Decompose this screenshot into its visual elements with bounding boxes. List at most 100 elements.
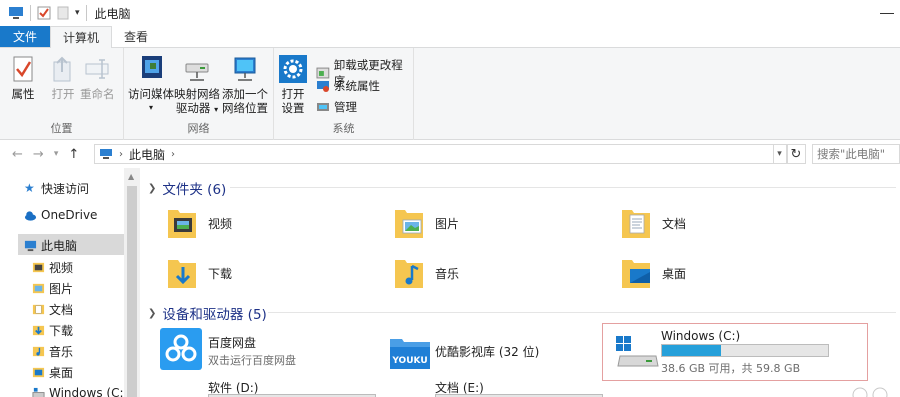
youku-logo-text: YOUKU: [391, 356, 427, 366]
nav-item-quick-access[interactable]: ★ 快速访问: [24, 180, 89, 197]
nav-item-onedrive[interactable]: OneDrive: [24, 208, 97, 222]
system-properties-icon: [317, 81, 329, 92]
nav-item-this-pc[interactable]: 此电脑: [24, 237, 77, 254]
star-icon: ★: [24, 181, 35, 195]
documents-folder-icon: [622, 210, 650, 238]
folder-label: 文档: [662, 216, 687, 231]
drive-c-usage-fill: [662, 345, 721, 356]
this-pc-icon: [24, 240, 37, 252]
manage-icon: [317, 103, 329, 111]
forward-arrow-icon[interactable]: →: [33, 147, 44, 162]
nav-item-windows-c[interactable]: Windows (C:): [32, 386, 128, 397]
properties-icon: [13, 56, 33, 82]
add-network-location-button[interactable]: 添加一个 网络位置: [222, 54, 268, 115]
folders-section-title: 文件夹 (6): [162, 182, 227, 198]
folder-music[interactable]: 音乐: [393, 254, 459, 292]
tab-file[interactable]: 文件: [0, 26, 50, 47]
map-network-drive-button[interactable]: 映射网络 驱动器 ▾: [174, 54, 220, 117]
properties-button[interactable]: 属性: [8, 54, 38, 101]
nav-item-videos[interactable]: 视频: [32, 259, 73, 276]
new-folder-icon[interactable]: [57, 6, 69, 20]
baidu-netdisk-subtitle: 双击运行百度网盘: [208, 354, 296, 367]
drive-c-subtitle: 38.6 GB 可用，共 59.8 GB: [661, 362, 801, 375]
settings-gear-icon: [279, 55, 307, 83]
scroll-up-arrow-icon[interactable]: ▲: [128, 172, 134, 181]
minimize-button[interactable]: [880, 4, 894, 14]
desktop-folder-icon: [622, 260, 650, 288]
drive-c-name: Windows (C:): [661, 329, 741, 343]
network-drive-icon: [185, 63, 209, 81]
map-drive-label-1: 映射网络: [174, 87, 220, 101]
devices-section-header[interactable]: ❯ 设备和驱动器 (5): [148, 303, 267, 323]
baidu-netdisk-name[interactable]: 百度网盘: [208, 334, 256, 351]
breadcrumb-chevron-icon[interactable]: ›: [171, 149, 175, 160]
folder-downloads[interactable]: 下载: [166, 254, 232, 292]
collapse-chevron-icon[interactable]: ❯: [148, 308, 156, 319]
collapse-chevron-icon[interactable]: ❯: [148, 183, 156, 194]
watermark-icon: [852, 387, 888, 397]
music-folder-icon: [395, 260, 423, 288]
refresh-icon[interactable]: ↻: [786, 144, 806, 164]
desktop-icon: [32, 367, 45, 378]
folders-section-header[interactable]: ❯ 文件夹 (6): [148, 178, 226, 198]
search-input[interactable]: 搜索"此电脑": [812, 144, 900, 164]
open-label: 打开: [51, 87, 75, 101]
dropdown-chevron-icon: ▾: [214, 105, 219, 114]
open-settings-button[interactable]: 打开 设置: [278, 54, 308, 115]
nav-scrollbar-thumb[interactable]: [127, 186, 137, 397]
media-icon: [142, 56, 162, 78]
system-properties-button[interactable]: 系统属性: [316, 78, 380, 94]
tab-computer[interactable]: 计算机: [50, 26, 113, 48]
title-bar: ▾ 此电脑: [0, 0, 900, 26]
nav-item-label: 音乐: [49, 345, 74, 359]
rename-label: 重命名: [80, 87, 115, 101]
ribbon-panel: 属性 打开 重命名 位置 访问媒体 ▾ 映射网络 驱动器 ▾ 添加一个 网络位置…: [0, 48, 900, 140]
downloads-icon: [32, 325, 45, 336]
folder-documents[interactable]: 文档: [620, 204, 686, 242]
devices-section-title: 设备和驱动器 (5): [162, 307, 267, 323]
customize-toolbar-chevron-icon[interactable]: ▾: [75, 8, 80, 18]
open-button[interactable]: 打开: [48, 54, 78, 101]
nav-item-desktop[interactable]: 桌面: [32, 364, 73, 381]
this-pc-icon: [100, 149, 112, 159]
dropdown-chevron-icon: ▾: [148, 103, 153, 112]
ribbon-group-network: 访问媒体 ▾ 映射网络 驱动器 ▾ 添加一个 网络位置 网络: [124, 48, 274, 140]
this-pc-icon: [9, 7, 23, 19]
section-divider: [268, 312, 896, 313]
rename-button[interactable]: 重命名: [80, 54, 115, 101]
pictures-icon: [32, 283, 45, 294]
nav-item-label: 视频: [49, 261, 74, 275]
breadcrumb-this-pc[interactable]: 此电脑: [129, 146, 165, 163]
folder-videos[interactable]: 视频: [166, 204, 232, 242]
open-settings-label-1: 打开: [281, 87, 305, 101]
recent-locations-chevron-icon[interactable]: ▾: [54, 149, 59, 159]
nav-item-downloads[interactable]: 下载: [32, 322, 73, 339]
folder-desktop[interactable]: 桌面: [620, 254, 686, 292]
content-pane: ❯ 文件夹 (6) 视频 图片 文档 下载 音乐 桌面 ❯ 设备和驱动器 (5)…: [140, 168, 900, 397]
breadcrumb-chevron-icon[interactable]: ›: [119, 149, 123, 160]
youku-library-name[interactable]: 优酷影视库 (32 位): [435, 343, 539, 360]
nav-item-label: OneDrive: [41, 208, 98, 222]
properties-check-icon[interactable]: [37, 6, 51, 20]
ribbon-tabs: 文件 计算机 查看: [0, 26, 900, 48]
nav-item-documents[interactable]: 文档: [32, 301, 73, 318]
section-divider: [230, 187, 896, 188]
manage-button[interactable]: 管理: [316, 99, 357, 115]
nav-item-music[interactable]: 音乐: [32, 343, 73, 360]
nav-item-label: Windows (C:): [49, 386, 129, 397]
nav-scrollbar[interactable]: ▲: [124, 168, 140, 397]
windows-drive-icon: [616, 336, 659, 367]
access-media-button[interactable]: 访问媒体 ▾: [128, 54, 174, 115]
address-bar[interactable]: › 此电脑 ›: [94, 144, 774, 164]
up-arrow-icon[interactable]: ↑: [68, 147, 79, 162]
nav-item-label: 桌面: [49, 366, 74, 380]
access-media-label: 访问媒体: [128, 87, 174, 101]
folder-pictures[interactable]: 图片: [393, 204, 459, 242]
system-properties-label: 系统属性: [334, 79, 380, 93]
tab-view[interactable]: 查看: [112, 26, 160, 47]
nav-item-label: 下载: [49, 324, 74, 338]
nav-item-pictures[interactable]: 图片: [32, 280, 73, 297]
back-arrow-icon[interactable]: ←: [12, 147, 23, 162]
cloud-icon: [24, 210, 37, 221]
pictures-folder-icon: [395, 210, 423, 238]
